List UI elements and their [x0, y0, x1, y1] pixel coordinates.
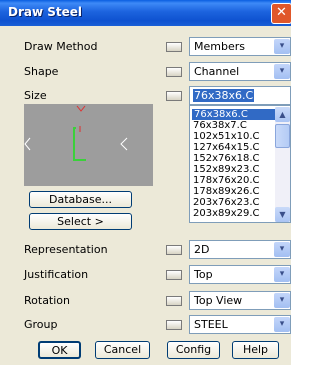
chevron-down-icon[interactable]: ▾: [274, 64, 290, 79]
rotation-select[interactable]: Top View ▾: [189, 291, 291, 310]
size-list-item[interactable]: 152x89x23.C: [193, 164, 260, 175]
draw-method-toggle[interactable]: [166, 42, 182, 52]
ok-button[interactable]: OK: [38, 341, 81, 359]
shape-select[interactable]: Channel ▾: [189, 62, 291, 81]
size-list-item[interactable]: 203x89x29.C: [193, 208, 260, 219]
justification-label: Justification: [24, 268, 89, 281]
size-list-item[interactable]: 178x76x20.C: [193, 175, 260, 186]
rotation-toggle[interactable]: [166, 296, 182, 306]
size-list-item[interactable]: 152x76x18.C: [193, 153, 260, 164]
size-input[interactable]: 76x38x6.C: [189, 86, 291, 105]
representation-value: 2D: [194, 243, 210, 256]
draw-steel-dialog: Draw Steel ✕ Draw Method Members ▾ Shape…: [0, 0, 291, 365]
title-bar: Draw Steel ✕: [0, 0, 291, 26]
size-list[interactable]: 76x38x6.C 76x38x7.C 102x51x10.C 127x64x15.C…: [189, 105, 291, 223]
rotation-value: Top View: [194, 294, 243, 307]
size-list-item[interactable]: 76x38x6.C: [192, 109, 276, 120]
scroll-thumb[interactable]: [275, 124, 290, 148]
scroll-down-icon[interactable]: ▼: [275, 207, 290, 222]
size-list-item[interactable]: 178x89x26.C: [193, 186, 260, 197]
group-select[interactable]: STEEL ▾: [189, 315, 291, 334]
shape-label: Shape: [24, 65, 59, 78]
representation-label: Representation: [24, 243, 108, 256]
justification-toggle[interactable]: [166, 270, 182, 280]
database-button[interactable]: Database...: [29, 191, 132, 208]
size-list-item[interactable]: 102x51x10.C: [193, 131, 260, 142]
chevron-down-icon[interactable]: ▾: [274, 39, 290, 54]
group-label: Group: [24, 318, 58, 331]
justification-select[interactable]: Top ▾: [189, 265, 291, 284]
chevron-down-icon[interactable]: ▾: [274, 317, 290, 332]
representation-toggle[interactable]: [166, 245, 182, 255]
shape-toggle[interactable]: [166, 67, 182, 77]
draw-method-select[interactable]: Members ▾: [189, 37, 291, 56]
chevron-down-icon[interactable]: ▾: [274, 267, 290, 282]
chevron-down-icon[interactable]: ▾: [274, 242, 290, 257]
size-list-item[interactable]: 127x64x15.C: [193, 142, 260, 153]
size-label: Size: [24, 89, 47, 102]
size-list-item[interactable]: 76x38x7.C: [193, 120, 247, 131]
help-button[interactable]: Help: [232, 341, 279, 359]
group-toggle[interactable]: [166, 320, 182, 330]
draw-method-label: Draw Method: [24, 40, 98, 53]
size-list-item[interactable]: 203x76x23.C: [193, 197, 260, 208]
select-button[interactable]: Select >: [29, 213, 132, 230]
group-value: STEEL: [194, 318, 228, 331]
channel-preview-icon: [24, 105, 128, 161]
size-toggle[interactable]: [166, 91, 182, 101]
cancel-button[interactable]: Cancel: [95, 341, 150, 359]
chevron-down-icon[interactable]: ▾: [274, 293, 290, 308]
shape-preview: [24, 104, 153, 186]
dialog-title: Draw Steel: [8, 5, 83, 19]
size-list-scrollbar[interactable]: ▲ ▼: [275, 107, 290, 222]
scroll-up-icon[interactable]: ▲: [275, 107, 290, 122]
justification-value: Top: [194, 268, 213, 281]
size-value: 76x38x6.C: [193, 89, 255, 102]
shape-value: Channel: [194, 65, 240, 78]
close-icon: ✕: [276, 5, 287, 20]
rotation-label: Rotation: [24, 294, 71, 307]
close-button[interactable]: ✕: [271, 3, 291, 24]
representation-select[interactable]: 2D ▾: [189, 240, 291, 259]
config-button[interactable]: Config: [167, 341, 220, 359]
draw-method-value: Members: [194, 40, 245, 53]
